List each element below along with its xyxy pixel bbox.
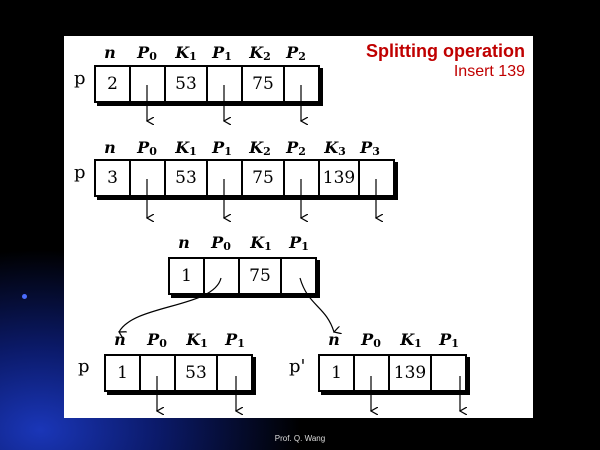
diagram-panel: Splitting operation Insert 139 n P0 K1 P…	[64, 36, 533, 418]
background-dot	[22, 294, 27, 299]
arrow-parent-to-right	[299, 277, 334, 332]
footer-credit: Prof. Q. Wang	[274, 434, 326, 443]
pointer-arrows	[64, 85, 533, 418]
arrow-parent-to-left	[119, 277, 222, 332]
